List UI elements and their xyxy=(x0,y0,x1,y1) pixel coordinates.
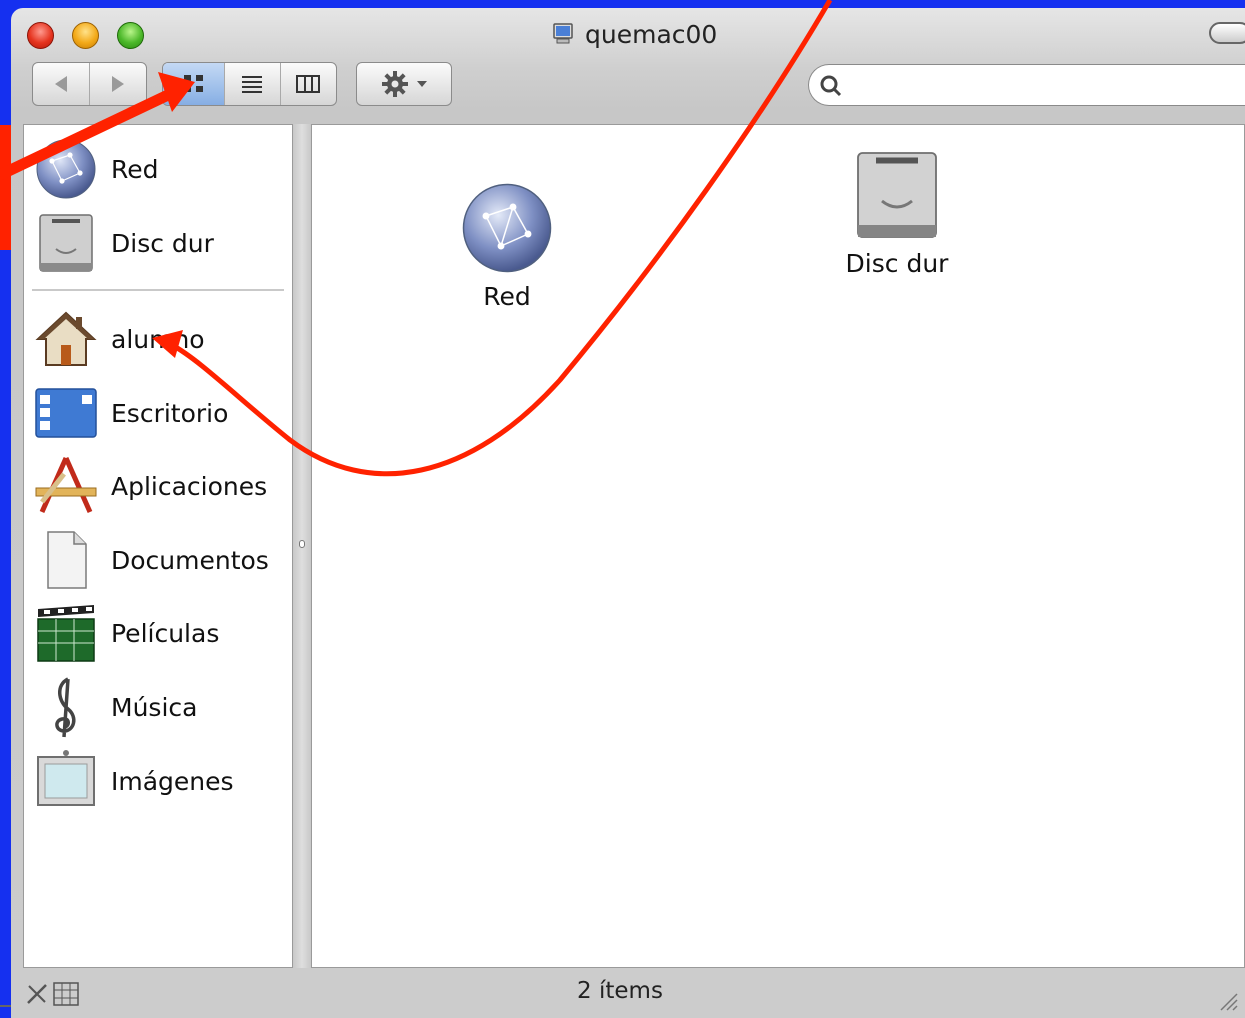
sidebar-item-label: Aplicaciones xyxy=(111,471,268,501)
sidebar-separator xyxy=(32,289,284,291)
sidebar-item-hard-disk[interactable]: Disc dur xyxy=(24,210,292,276)
zoom-button[interactable] xyxy=(117,22,144,49)
sidebar-item-label: Escritorio xyxy=(111,398,229,428)
status-bar: 2 ítems xyxy=(11,968,1245,1018)
sidebar-item-label: Música xyxy=(111,692,198,722)
gear-icon xyxy=(382,71,408,97)
back-button[interactable] xyxy=(33,63,90,105)
action-menu-button[interactable] xyxy=(356,62,452,106)
list-view-icon xyxy=(242,76,263,93)
sidebar-item-desktop[interactable]: Escritorio xyxy=(24,380,292,446)
network-globe-icon xyxy=(462,183,552,273)
minimize-button[interactable] xyxy=(72,22,99,49)
sidebar-item-label: Disc dur xyxy=(111,228,214,258)
documents-icon xyxy=(47,531,87,589)
home-icon xyxy=(35,311,97,366)
movies-clapboard-icon xyxy=(37,605,95,662)
window-title-text: quemac00 xyxy=(585,19,718,49)
action-menu-inner xyxy=(357,63,451,105)
pictures-frame-icon xyxy=(37,750,95,806)
sidebar-splitter[interactable] xyxy=(293,124,311,968)
close-button[interactable] xyxy=(27,22,54,49)
sidebar-item-movies[interactable]: Películas xyxy=(24,600,292,666)
status-item-count: 2 ítems xyxy=(577,978,663,1004)
file-view: Red Disc dur xyxy=(311,124,1245,968)
icon-view-icon xyxy=(183,75,203,92)
list-view-button[interactable] xyxy=(225,63,281,105)
sidebar-item-label: Películas xyxy=(111,618,220,648)
applications-icon xyxy=(35,456,97,514)
sidebar-item-network[interactable]: Red xyxy=(24,136,292,202)
search-field[interactable] xyxy=(808,64,1245,106)
chevron-down-icon xyxy=(417,81,427,87)
hard-disk-icon xyxy=(857,152,937,238)
sidebar-item-documents[interactable]: Documentos xyxy=(24,527,292,593)
back-arrow-icon xyxy=(55,76,67,92)
computer-icon xyxy=(553,23,573,44)
nav-buttons xyxy=(32,62,147,106)
sidebar: Red Disc dur alumno Escritorio Aplicacio… xyxy=(23,124,293,968)
column-view-icon xyxy=(296,75,321,93)
file-item-label: Red xyxy=(483,282,531,311)
sidebar-item-label: Imágenes xyxy=(111,766,234,796)
sidebar-item-home[interactable]: alumno xyxy=(24,306,292,372)
sidebar-item-music[interactable]: Música xyxy=(24,674,292,740)
splitter-handle[interactable] xyxy=(299,540,305,548)
file-item-network[interactable]: Red xyxy=(417,180,597,311)
search-input[interactable] xyxy=(849,71,1233,101)
sidebar-item-label: Red xyxy=(111,154,159,184)
finder-window: quemac00 Red Disc dur alumno Escritorio … xyxy=(11,8,1245,1018)
slide-annotation-bar xyxy=(0,125,11,250)
sidebar-item-applications[interactable]: Aplicaciones xyxy=(24,453,292,519)
window-title: quemac00 xyxy=(551,19,717,49)
sidebar-item-pictures[interactable]: Imágenes xyxy=(24,748,292,814)
toolbar-toggle-button[interactable] xyxy=(1209,22,1245,44)
icon-view-button[interactable] xyxy=(163,63,226,105)
resize-grip-icon[interactable] xyxy=(1217,990,1239,1012)
file-item-label: Disc dur xyxy=(845,249,949,278)
sidebar-item-label: alumno xyxy=(111,324,205,354)
music-clef-icon xyxy=(55,677,76,738)
hard-disk-icon xyxy=(39,214,93,272)
title-bar[interactable]: quemac00 xyxy=(11,8,1245,58)
forward-button[interactable] xyxy=(90,63,146,105)
network-globe-icon xyxy=(36,139,96,199)
column-view-button[interactable] xyxy=(281,63,336,105)
sidebar-item-label: Documentos xyxy=(111,545,269,575)
file-item-hard-disk[interactable]: Disc dur xyxy=(807,147,987,278)
forward-arrow-icon xyxy=(112,76,124,92)
view-mode-buttons xyxy=(162,62,337,106)
desktop-icon xyxy=(35,388,97,438)
search-icon xyxy=(820,75,842,97)
